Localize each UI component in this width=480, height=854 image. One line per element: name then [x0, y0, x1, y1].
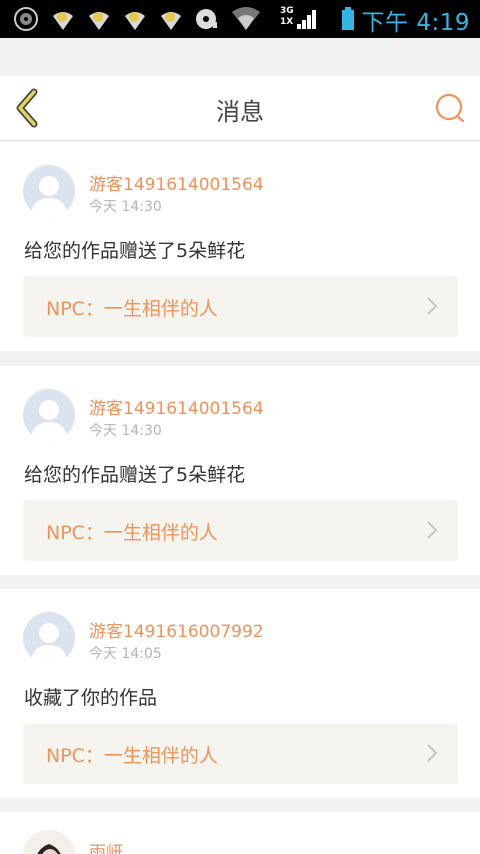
timestamp: 今天 14:30: [89, 423, 162, 439]
work-link[interactable]: NPC：一生相伴的人: [23, 276, 458, 337]
user-photo-icon: [23, 830, 75, 854]
network-type: 3G 1X: [280, 6, 294, 28]
notification-icon: [125, 12, 145, 30]
username[interactable]: 游客1491614001564: [89, 170, 264, 195]
message-card: 雨岍: [0, 812, 480, 854]
default-avatar-icon: [31, 176, 67, 217]
search-icon[interactable]: [434, 92, 466, 124]
network-1x-label: 1X: [280, 17, 294, 27]
notification-icon: [89, 12, 109, 30]
timestamp: 今天 14:05: [89, 646, 162, 662]
message-card: 游客1491614001564 今天 14:30 给您的作品赠送了5朵鲜花 NP…: [0, 142, 480, 351]
work-link[interactable]: NPC：一生相伴的人: [23, 500, 458, 561]
message-text: 给您的作品赠送了5朵鲜花: [24, 464, 246, 486]
wifi-icon: [232, 7, 260, 30]
notification-icon: [161, 12, 181, 30]
network-3g-label: 3G: [280, 6, 294, 16]
chevron-right-icon: [427, 521, 438, 539]
default-avatar-icon: [31, 400, 67, 441]
avatar[interactable]: [23, 165, 75, 217]
work-link[interactable]: NPC：一生相伴的人: [23, 723, 458, 784]
avatar[interactable]: [23, 389, 75, 441]
timestamp: 今天 14:30: [89, 199, 162, 215]
work-title: NPC：一生相伴的人: [46, 522, 218, 544]
username[interactable]: 游客1491616007992: [89, 617, 264, 642]
chevron-right-icon: [427, 744, 438, 762]
nav-header: 消息: [0, 76, 480, 141]
work-title: NPC：一生相伴的人: [46, 745, 218, 767]
avatar[interactable]: [23, 830, 75, 854]
default-avatar-icon: [31, 623, 67, 664]
work-title: NPC：一生相伴的人: [46, 298, 218, 320]
notification-icon: [53, 12, 73, 30]
username[interactable]: 雨岍: [89, 838, 123, 854]
message-text: 收藏了你的作品: [24, 687, 158, 709]
chevron-right-icon: [427, 297, 438, 315]
clock: 下午 4:19: [361, 10, 470, 36]
status-bar: 3G 1X 下午 4:19: [0, 0, 480, 38]
disc-icon: [14, 7, 38, 31]
message-card: 游客1491614001564 今天 14:30 给您的作品赠送了5朵鲜花 NP…: [0, 366, 480, 575]
username[interactable]: 游客1491614001564: [89, 394, 264, 419]
sd-card-icon: [196, 9, 217, 29]
page-title: 消息: [216, 98, 264, 126]
battery-icon: [342, 7, 354, 30]
message-card: 游客1491616007992 今天 14:05 收藏了你的作品 NPC：一生相…: [0, 589, 480, 798]
signal-icon: [297, 10, 316, 29]
message-text: 给您的作品赠送了5朵鲜花: [24, 240, 246, 262]
avatar[interactable]: [23, 612, 75, 664]
